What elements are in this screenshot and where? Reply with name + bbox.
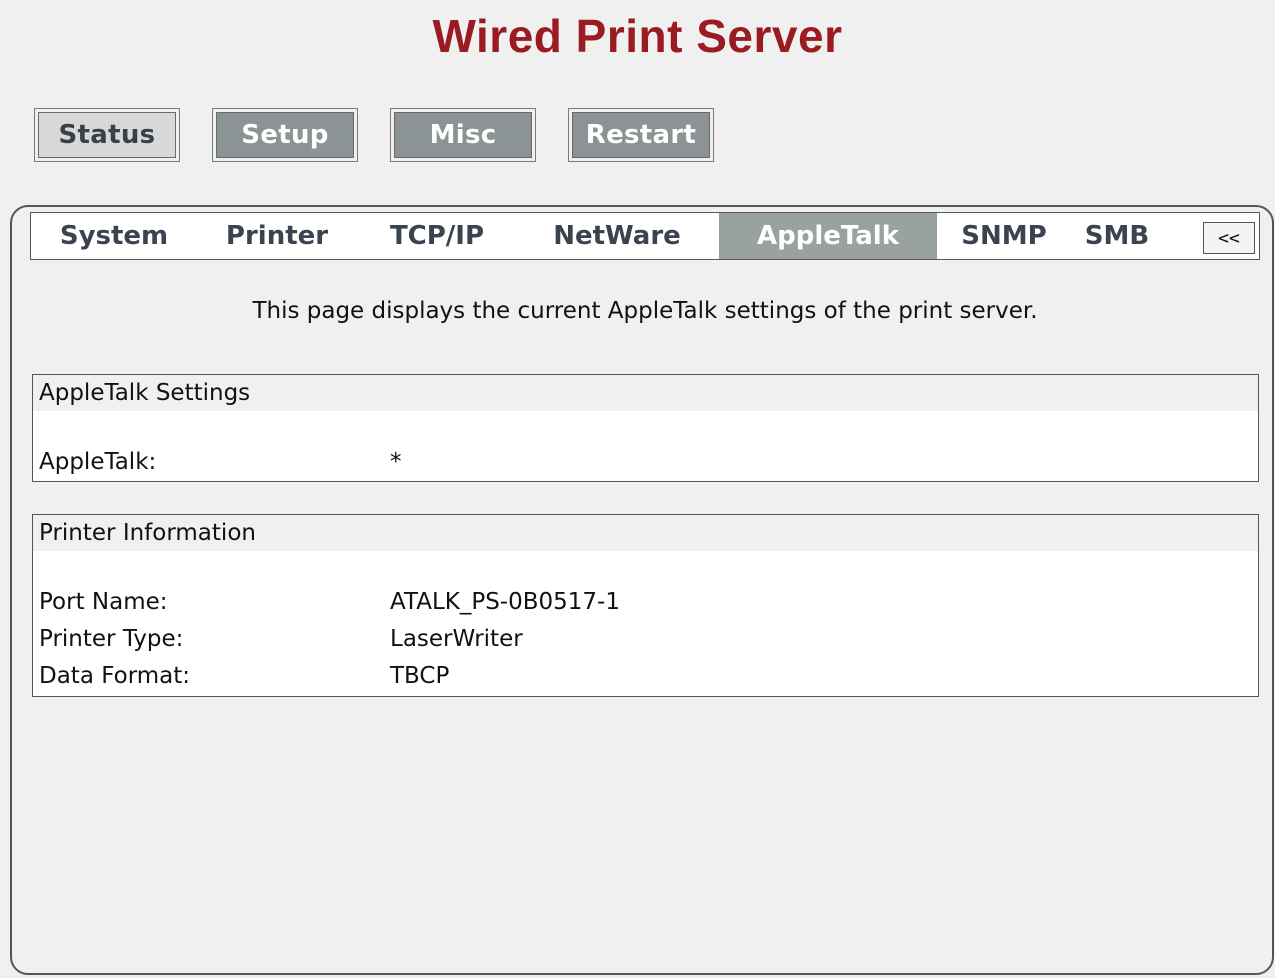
printer-type-label: Printer Type: bbox=[39, 626, 184, 652]
setup-button-label: Setup bbox=[216, 112, 354, 158]
tab-printer[interactable]: Printer bbox=[197, 213, 357, 259]
appletalk-label: AppleTalk: bbox=[39, 449, 157, 475]
printer-type-value: LaserWriter bbox=[390, 626, 523, 652]
appletalk-row: AppleTalk: * bbox=[33, 444, 1258, 481]
tab-appletalk[interactable]: AppleTalk bbox=[719, 213, 937, 259]
data-format-value: TBCP bbox=[390, 663, 450, 689]
data-format-label: Data Format: bbox=[39, 663, 191, 689]
tab-netware[interactable]: NetWare bbox=[517, 213, 717, 259]
misc-button[interactable]: Misc bbox=[390, 108, 536, 162]
app-title: Wired Print Server bbox=[432, 10, 843, 62]
tab-system[interactable]: System bbox=[31, 213, 197, 259]
printer-information-header: Printer Information bbox=[33, 515, 1258, 551]
misc-button-label: Misc bbox=[394, 112, 532, 158]
printer-type-row: Printer Type: LaserWriter bbox=[33, 621, 1258, 658]
appletalk-settings-header: AppleTalk Settings bbox=[33, 375, 1258, 411]
appletalk-settings-section: AppleTalk Settings AppleTalk: * bbox=[32, 374, 1259, 482]
appletalk-value: * bbox=[390, 449, 402, 475]
port-name-row: Port Name: ATALK_PS-0B0517-1 bbox=[33, 584, 1258, 621]
status-button-label: Status bbox=[38, 112, 176, 158]
port-name-value: ATALK_PS-0B0517-1 bbox=[390, 589, 620, 615]
printer-information-section: Printer Information Port Name: ATALK_PS-… bbox=[32, 514, 1259, 697]
port-name-label: Port Name: bbox=[39, 589, 168, 615]
tab-tcpip[interactable]: TCP/IP bbox=[357, 213, 517, 259]
tab-collapse-button[interactable]: << bbox=[1203, 222, 1255, 254]
page: Wired Print Server Status Setup Misc Res… bbox=[0, 0, 1275, 978]
page-description: This page displays the current AppleTalk… bbox=[252, 298, 1038, 324]
setup-button[interactable]: Setup bbox=[212, 108, 358, 162]
status-button[interactable]: Status bbox=[34, 108, 180, 162]
data-format-row: Data Format: TBCP bbox=[33, 658, 1258, 695]
restart-button[interactable]: Restart bbox=[568, 108, 714, 162]
restart-button-label: Restart bbox=[572, 112, 710, 158]
tab-bar: System Printer TCP/IP NetWare AppleTalk … bbox=[30, 212, 1260, 260]
tab-snmp[interactable]: SNMP bbox=[937, 213, 1071, 259]
tab-smb[interactable]: SMB bbox=[1071, 213, 1163, 259]
